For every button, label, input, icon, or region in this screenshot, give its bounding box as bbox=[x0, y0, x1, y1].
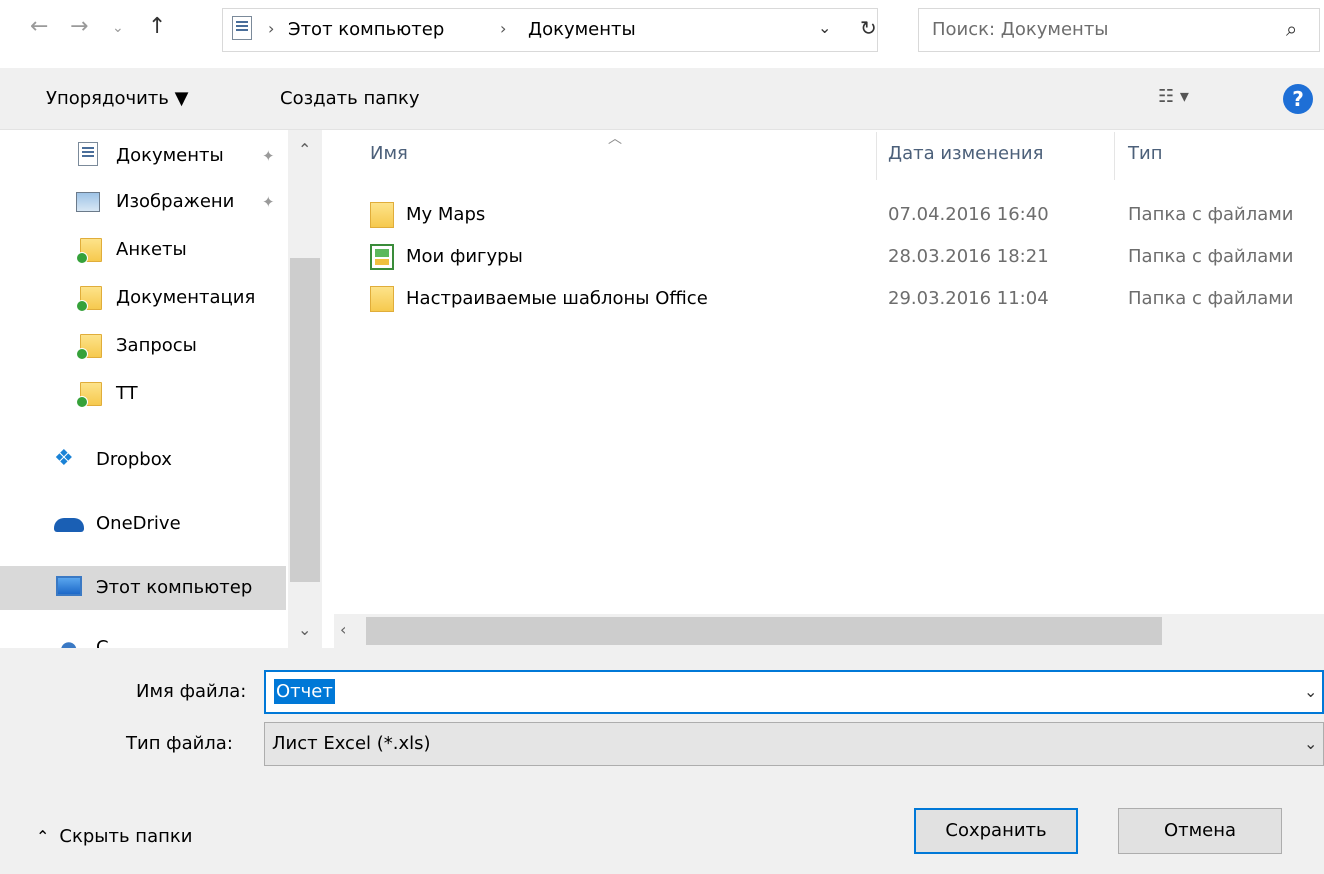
sidebar-item-dropbox[interactable]: ❖ Dropbox bbox=[0, 438, 286, 482]
organize-button[interactable]: Упорядочить ▼ bbox=[46, 88, 188, 109]
sidebar-item-label: Документы bbox=[116, 145, 224, 166]
command-bar bbox=[0, 68, 1324, 130]
sidebar-item-label: Изображени bbox=[116, 191, 235, 212]
network-icon: ● bbox=[60, 636, 78, 648]
filename-dropdown-icon[interactable]: ⌄ bbox=[1304, 682, 1317, 701]
sort-ascending-icon: ︿ bbox=[608, 131, 622, 147]
back-arrow-icon[interactable]: ← bbox=[30, 14, 48, 39]
file-type: Папка с файлами bbox=[1128, 204, 1294, 225]
file-name: My Maps bbox=[406, 204, 486, 225]
pictures-icon bbox=[76, 192, 100, 212]
sidebar-item-onedrive[interactable]: OneDrive bbox=[0, 502, 286, 546]
breadcrumb-separator-icon: › bbox=[500, 19, 507, 38]
column-header-type[interactable]: Тип bbox=[1128, 143, 1162, 164]
horizontal-scrollbar-thumb[interactable] bbox=[366, 617, 1162, 645]
file-row[interactable]: My Maps 07.04.2016 16:40 Папка с файлами bbox=[358, 196, 1324, 234]
shapes-folder-icon bbox=[370, 244, 394, 270]
scroll-down-icon[interactable]: ⌄ bbox=[298, 620, 311, 639]
sidebar-item-ankety[interactable]: Анкеты bbox=[0, 228, 286, 272]
sidebar-item-label: TT bbox=[116, 383, 138, 404]
file-name: Мои фигуры bbox=[406, 246, 523, 267]
refresh-icon[interactable]: ↻ bbox=[860, 16, 877, 40]
sidebar-item-documents[interactable]: Документы ✦ bbox=[0, 134, 286, 178]
filetype-dropdown-icon[interactable]: ⌄ bbox=[1304, 734, 1317, 753]
sidebar-item-label: OneDrive bbox=[96, 513, 181, 534]
help-button[interactable]: ? bbox=[1283, 84, 1313, 114]
onedrive-icon bbox=[54, 518, 84, 532]
scroll-left-icon[interactable]: ‹ bbox=[340, 620, 346, 639]
chevron-up-icon: ⌃ bbox=[36, 827, 50, 846]
filename-label: Имя файла: bbox=[136, 681, 247, 702]
search-icon[interactable]: ⌕ bbox=[1286, 17, 1297, 41]
sidebar-item-label: Dropbox bbox=[96, 449, 172, 470]
up-arrow-icon[interactable]: ↑ bbox=[148, 14, 166, 39]
scroll-up-icon[interactable]: ⌃ bbox=[298, 140, 311, 159]
sidebar-item-network[interactable]: ● С bbox=[0, 626, 286, 648]
breadcrumb-this-pc[interactable]: Этот компьютер bbox=[288, 19, 444, 40]
sidebar-item-label: Анкеты bbox=[116, 239, 187, 260]
forward-arrow-icon[interactable]: → bbox=[70, 14, 88, 39]
sync-status-icon bbox=[76, 252, 88, 264]
hide-folders-button[interactable]: ⌃ Скрыть папки bbox=[36, 826, 192, 847]
column-header-date[interactable]: Дата изменения bbox=[888, 143, 1043, 164]
cancel-button[interactable]: Отмена bbox=[1118, 808, 1282, 854]
column-divider[interactable] bbox=[1114, 132, 1115, 180]
sidebar-item-tt[interactable]: TT bbox=[0, 372, 286, 416]
file-type: Папка с файлами bbox=[1128, 288, 1294, 309]
folder-icon bbox=[370, 286, 394, 312]
sidebar-item-label: С bbox=[96, 637, 109, 648]
folder-icon bbox=[370, 202, 394, 228]
sidebar-scrollbar-thumb[interactable] bbox=[290, 258, 320, 582]
computer-icon bbox=[56, 576, 82, 596]
sync-status-icon bbox=[76, 348, 88, 360]
filename-value[interactable]: Отчет bbox=[274, 679, 335, 704]
save-button[interactable]: Сохранить bbox=[914, 808, 1078, 854]
dropbox-icon: ❖ bbox=[54, 446, 74, 471]
search-placeholder: Поиск: Документы bbox=[932, 19, 1109, 40]
filetype-label: Тип файла: bbox=[126, 733, 233, 754]
sidebar-item-label: Запросы bbox=[116, 335, 197, 356]
sync-status-icon bbox=[76, 396, 88, 408]
filetype-value: Лист Excel (*.xls) bbox=[272, 733, 431, 754]
column-header-name[interactable]: Имя bbox=[370, 143, 408, 164]
file-type: Папка с файлами bbox=[1128, 246, 1294, 267]
sidebar-item-documentation[interactable]: Документация bbox=[0, 276, 286, 320]
file-row[interactable]: Настраиваемые шаблоны Office 29.03.2016 … bbox=[358, 280, 1324, 318]
sidebar-item-pictures[interactable]: Изображени ✦ bbox=[0, 180, 286, 224]
sync-status-icon bbox=[76, 300, 88, 312]
file-date: 29.03.2016 11:04 bbox=[888, 288, 1049, 309]
view-options-icon[interactable]: ☷ ▾ bbox=[1158, 86, 1189, 107]
recent-locations-icon[interactable]: ⌄ bbox=[112, 20, 124, 36]
sidebar-item-requests[interactable]: Запросы bbox=[0, 324, 286, 368]
file-date: 28.03.2016 18:21 bbox=[888, 246, 1049, 267]
new-folder-button[interactable]: Создать папку bbox=[280, 88, 420, 109]
hide-folders-label: Скрыть папки bbox=[59, 826, 193, 847]
file-date: 07.04.2016 16:40 bbox=[888, 204, 1049, 225]
breadcrumb-documents[interactable]: Документы bbox=[528, 19, 636, 40]
filename-input[interactable] bbox=[264, 670, 1324, 714]
address-dropdown-icon[interactable]: ⌄ bbox=[818, 18, 831, 37]
sidebar-item-label: Этот компьютер bbox=[96, 577, 253, 598]
sidebar-item-label: Документация bbox=[116, 287, 256, 308]
sidebar-item-this-pc[interactable]: Этот компьютер bbox=[0, 566, 286, 610]
breadcrumb-separator-icon: › bbox=[268, 19, 275, 38]
column-divider[interactable] bbox=[876, 132, 877, 180]
pin-icon[interactable]: ✦ bbox=[262, 147, 275, 165]
file-name: Настраиваемые шаблоны Office bbox=[406, 288, 708, 309]
pin-icon[interactable]: ✦ bbox=[262, 193, 275, 211]
documents-location-icon bbox=[232, 16, 252, 40]
file-row[interactable]: Мои фигуры 28.03.2016 18:21 Папка с файл… bbox=[358, 238, 1324, 276]
documents-icon bbox=[78, 142, 98, 166]
